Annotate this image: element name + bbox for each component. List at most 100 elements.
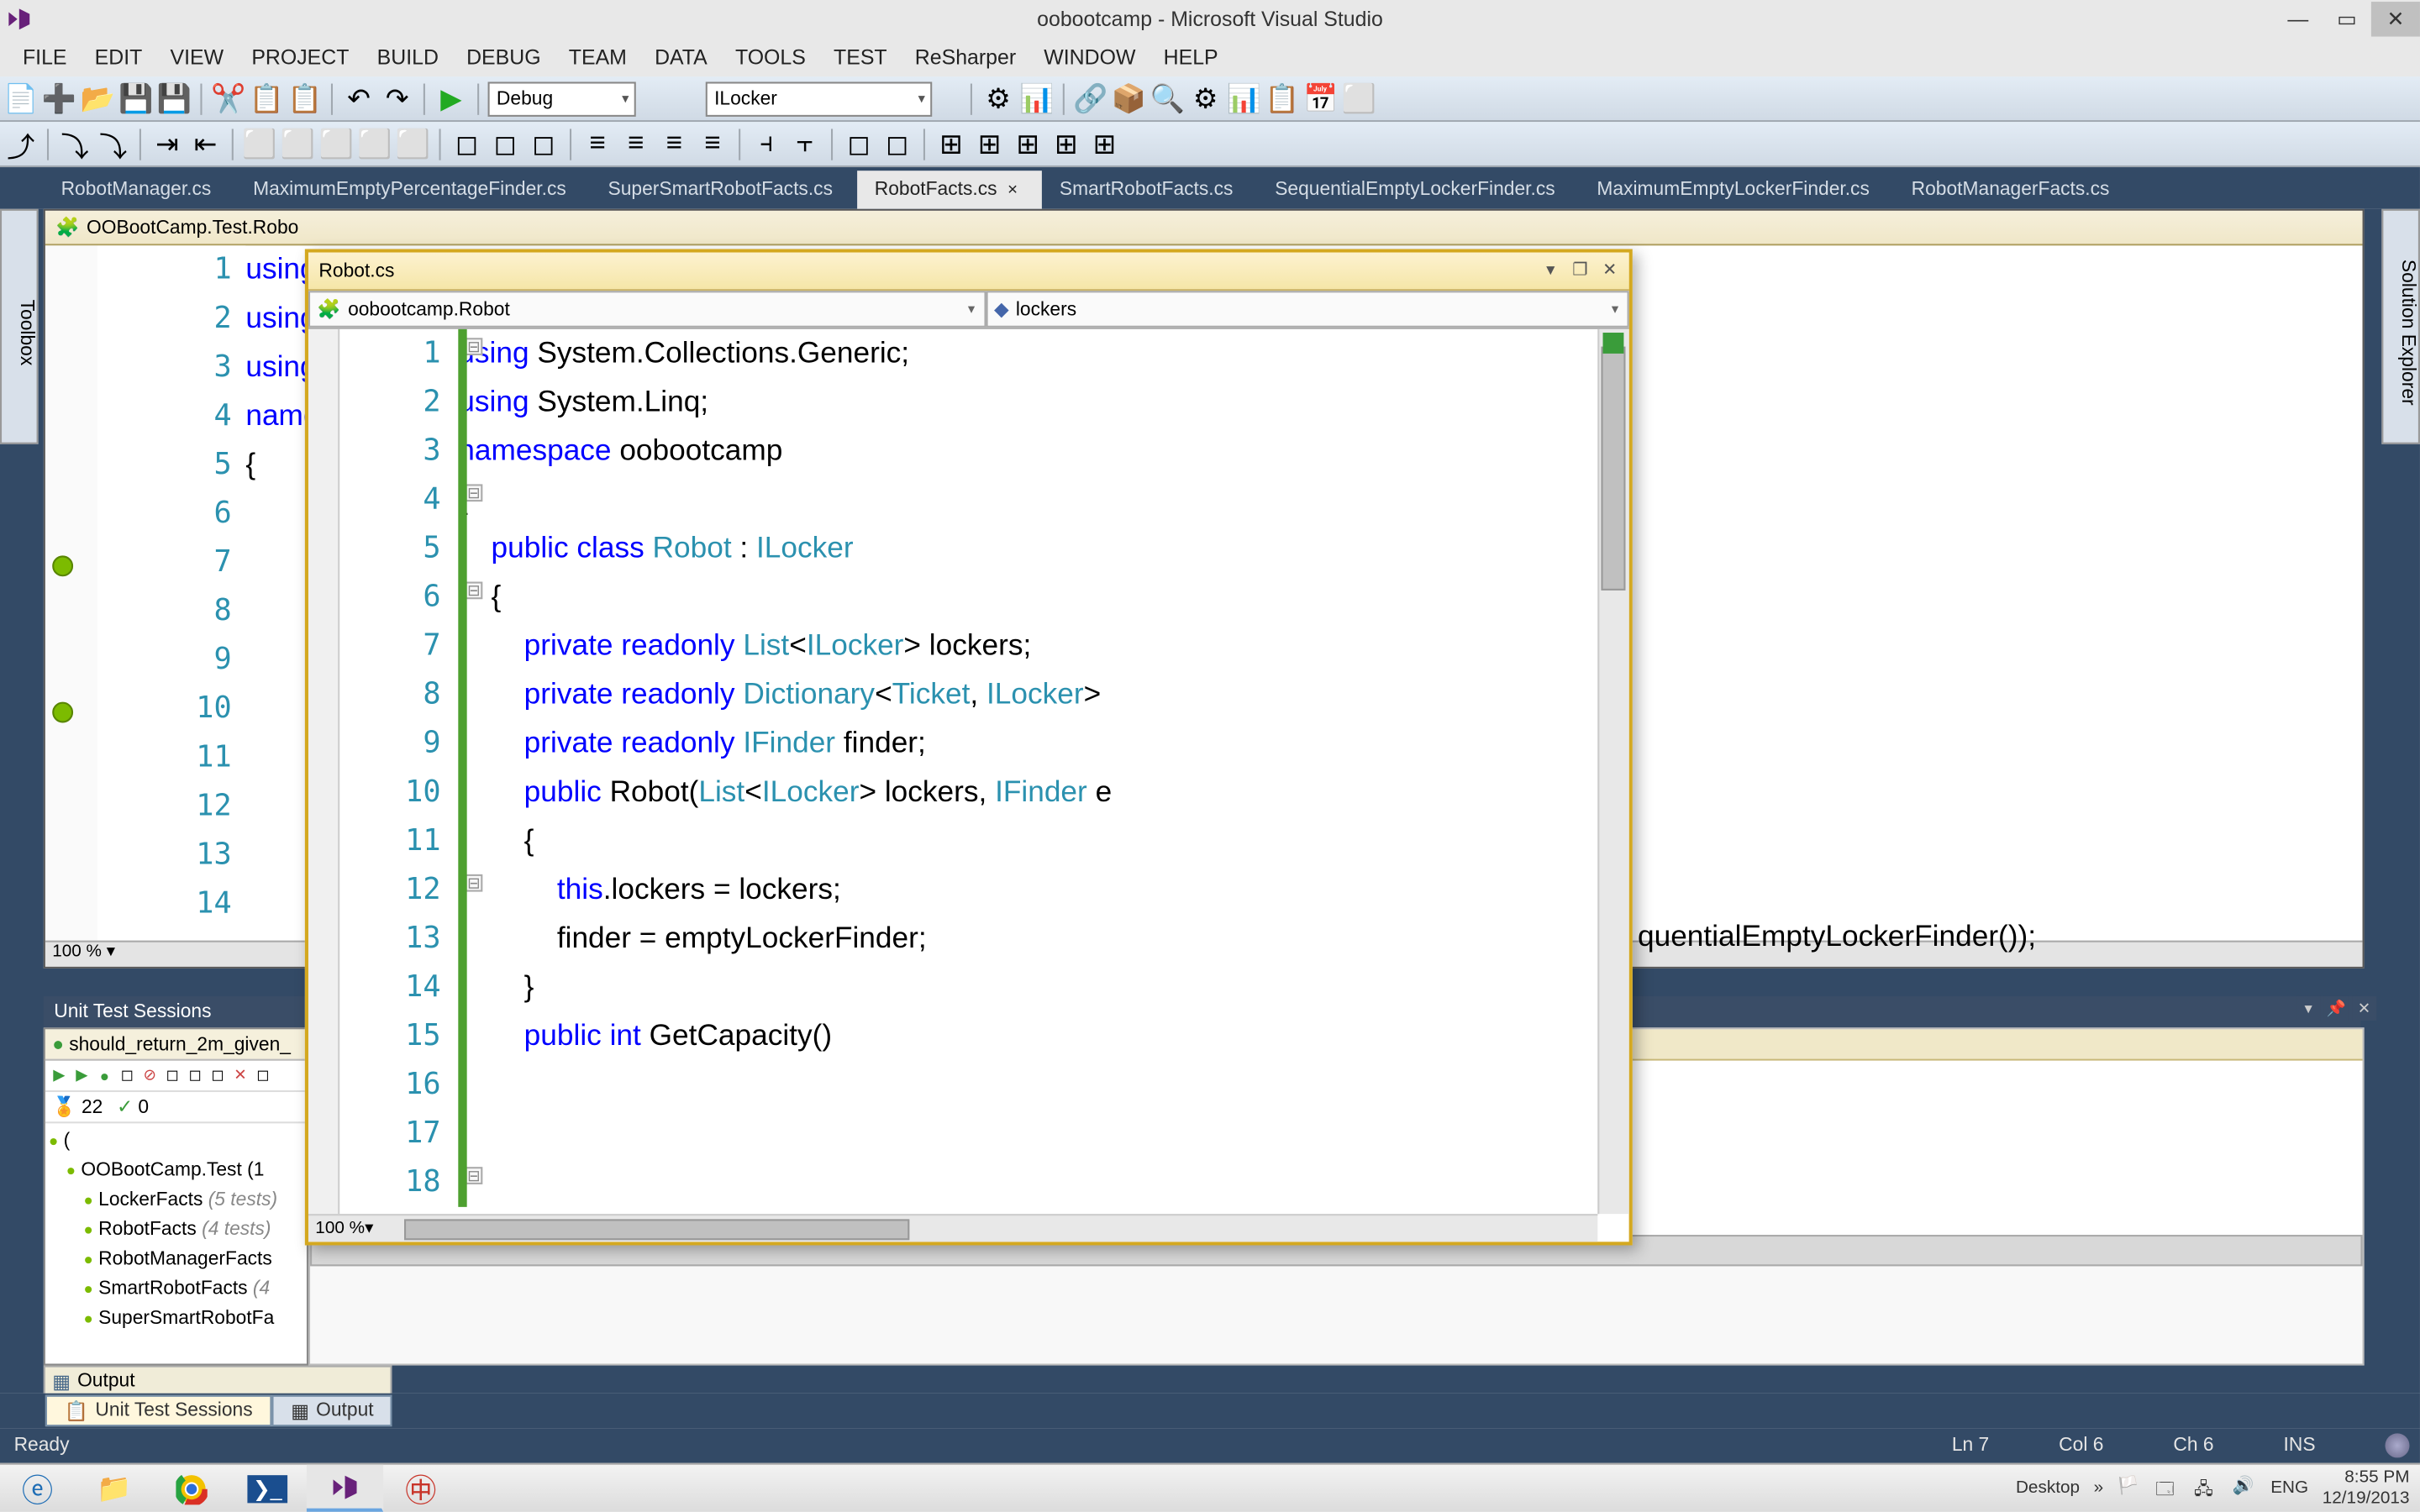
tool-icon[interactable]: 📋 bbox=[1265, 81, 1299, 115]
target-dropdown[interactable]: ILocker bbox=[706, 81, 933, 115]
test-tree-item[interactable]: ● RobotManagerFacts bbox=[49, 1245, 303, 1274]
member-dropdown[interactable]: ◆ lockers bbox=[986, 291, 1629, 328]
float-dropdown-icon[interactable]: ▾ bbox=[1539, 259, 1563, 283]
nav-icon[interactable]: ⊞ bbox=[1011, 126, 1045, 160]
nav-icon[interactable]: ⬜ bbox=[281, 126, 315, 160]
tab-close-icon[interactable]: × bbox=[1007, 181, 1018, 200]
tool-icon[interactable]: 📅 bbox=[1303, 81, 1338, 115]
menu-debug[interactable]: DEBUG bbox=[453, 40, 555, 75]
doc-tab[interactable]: MaximumEmptyLockerFinder.cs bbox=[1580, 171, 1894, 209]
test-tree-item[interactable]: ● SuperSmartRobotFa bbox=[49, 1305, 303, 1334]
float-zoom-level[interactable]: 100 % ▾ bbox=[308, 1214, 404, 1242]
add-icon[interactable]: ➕ bbox=[42, 81, 76, 115]
horizontal-scrollbar[interactable] bbox=[404, 1214, 1597, 1242]
test-tree-item[interactable]: ● RobotFacts (4 tests) bbox=[49, 1215, 303, 1245]
doc-tab[interactable]: RobotFacts.cs× bbox=[857, 171, 1042, 209]
collapse-toggle-icon[interactable]: ⊟ bbox=[466, 582, 483, 600]
paste-icon[interactable]: 📋 bbox=[287, 81, 322, 115]
tool-icon[interactable]: 🔗 bbox=[1073, 81, 1107, 115]
save-icon[interactable]: 💾 bbox=[118, 81, 153, 115]
nav-icon[interactable]: ⬜ bbox=[318, 126, 353, 160]
collapse-toggle-icon[interactable]: ⊟ bbox=[466, 1167, 483, 1184]
scrollbar-thumb[interactable] bbox=[1601, 347, 1625, 591]
tray-volume-icon[interactable]: 🔊 bbox=[2233, 1476, 2257, 1500]
unit-test-session-tab[interactable]: ● should_return_2m_given_ bbox=[45, 1029, 307, 1060]
doc-tab[interactable]: RobotManager.cs bbox=[44, 171, 236, 209]
nav-icon[interactable]: ⤴ bbox=[3, 126, 38, 160]
class-dropdown[interactable]: 🧩 oobootcamp.Robot bbox=[308, 291, 986, 328]
test-marker-icon[interactable] bbox=[52, 555, 73, 576]
doc-tab[interactable]: SequentialEmptyLockerFinder.cs bbox=[1257, 171, 1579, 209]
nav-icon[interactable]: ◻ bbox=[526, 126, 560, 160]
config-dropdown[interactable]: Debug bbox=[488, 81, 636, 115]
floating-editor-window[interactable]: Robot.cs ▾ ❐ ✕ 🧩 oobootcamp.Robot ◆ lock… bbox=[305, 249, 1633, 1245]
vertical-scrollbar[interactable] bbox=[1597, 329, 1628, 1214]
menu-file[interactable]: FILE bbox=[8, 40, 81, 75]
nav-icon[interactable]: ⫞ bbox=[750, 126, 784, 160]
menu-resharper[interactable]: ReSharper bbox=[901, 40, 1029, 75]
window-maximize-button[interactable]: ▭ bbox=[2323, 2, 2371, 36]
nav-icon[interactable]: ◻ bbox=[841, 126, 876, 160]
tool-icon[interactable]: ⚙ bbox=[981, 81, 1015, 115]
window-close-button[interactable]: ✕ bbox=[2371, 2, 2420, 36]
taskbar-ie-icon[interactable]: ⓔ bbox=[0, 1465, 76, 1512]
menu-edit[interactable]: EDIT bbox=[81, 40, 156, 75]
run-icon[interactable]: ▶ bbox=[71, 1065, 92, 1086]
nav-icon[interactable]: ⇤ bbox=[188, 126, 223, 160]
redo-icon[interactable]: ↷ bbox=[380, 81, 414, 115]
toolbox-sidebar-tab[interactable]: Toolbox bbox=[0, 209, 39, 444]
taskbar-visualstudio-icon[interactable] bbox=[307, 1465, 383, 1512]
nav-icon[interactable]: ⫟ bbox=[787, 126, 822, 160]
doc-tab[interactable]: MaximumEmptyPercentageFinder.cs bbox=[235, 171, 590, 209]
nav-icon[interactable]: ⬜ bbox=[396, 126, 430, 160]
tool-icon[interactable]: ⚙ bbox=[1188, 81, 1223, 115]
panel-pin-icon[interactable]: 📌 bbox=[2324, 996, 2349, 1021]
nav-icon[interactable]: ≡ bbox=[695, 126, 729, 160]
copy-icon[interactable]: 📋 bbox=[249, 81, 283, 115]
background-editor-tab[interactable]: 🧩 OOBootCamp.Test.Robo bbox=[45, 211, 2363, 245]
tool-icon[interactable]: ◻ bbox=[185, 1065, 206, 1086]
taskbar-chrome-icon[interactable] bbox=[153, 1465, 229, 1512]
tool-icon[interactable]: ◻ bbox=[162, 1065, 183, 1086]
undo-icon[interactable]: ↶ bbox=[341, 81, 376, 115]
taskbar-app-icon[interactable]: ㊥ bbox=[383, 1465, 460, 1512]
taskbar-language[interactable]: ENG bbox=[2270, 1478, 2308, 1498]
taskbar-chevron-icon[interactable]: » bbox=[2094, 1478, 2104, 1498]
stop-icon[interactable]: ⊘ bbox=[139, 1065, 160, 1086]
taskbar-desktop-label[interactable]: Desktop bbox=[2016, 1478, 2080, 1498]
nav-icon[interactable]: ⬜ bbox=[357, 126, 392, 160]
scrollbar-thumb[interactable] bbox=[404, 1219, 909, 1240]
unit-test-tree[interactable]: ● (● OOBootCamp.Test (1● LockerFacts (5 … bbox=[45, 1123, 307, 1337]
nav-icon[interactable]: ⊞ bbox=[1049, 126, 1083, 160]
tool-icon[interactable]: ⬜ bbox=[1342, 81, 1376, 115]
collapse-toggle-icon[interactable]: ⊟ bbox=[466, 874, 483, 892]
collapse-toggle-icon[interactable]: ⊟ bbox=[466, 338, 483, 355]
taskbar-powershell-icon[interactable]: ❯_ bbox=[230, 1465, 307, 1512]
taskbar-explorer-icon[interactable]: 📁 bbox=[76, 1465, 153, 1512]
menu-test[interactable]: TEST bbox=[819, 40, 901, 75]
panel-dropdown-icon[interactable]: ▾ bbox=[2296, 996, 2321, 1021]
tray-flag-icon[interactable]: 🏳️ bbox=[2118, 1476, 2142, 1500]
nav-icon[interactable]: ≡ bbox=[657, 126, 692, 160]
bottom-tab[interactable]: ▦Output bbox=[271, 1395, 392, 1426]
run-all-icon[interactable]: ▶ bbox=[49, 1065, 70, 1086]
nav-icon[interactable]: ⊞ bbox=[934, 126, 968, 160]
save-all-icon[interactable]: 💾 bbox=[157, 81, 192, 115]
tool-icon[interactable]: 📦 bbox=[1112, 81, 1146, 115]
tool-icon[interactable]: ◻ bbox=[208, 1065, 229, 1086]
tool-icon[interactable]: 🔍 bbox=[1150, 81, 1184, 115]
nav-icon[interactable]: ◻ bbox=[880, 126, 914, 160]
nav-icon[interactable]: ⤵ bbox=[57, 126, 92, 160]
menu-tools[interactable]: TOOLS bbox=[721, 40, 819, 75]
output-sub-tab[interactable]: ▦ Output bbox=[44, 1366, 392, 1397]
debug-icon[interactable]: ● bbox=[94, 1065, 115, 1086]
tool-icon[interactable]: ◻ bbox=[117, 1065, 138, 1086]
collapse-toggle-icon[interactable]: ⊟ bbox=[466, 484, 483, 501]
doc-tab[interactable]: SmartRobotFacts.cs bbox=[1042, 171, 1257, 209]
test-tree-item[interactable]: ● LockerFacts (5 tests) bbox=[49, 1186, 303, 1215]
nav-icon[interactable]: ⇥ bbox=[150, 126, 184, 160]
test-tree-item[interactable]: ● OOBootCamp.Test (1 bbox=[49, 1157, 303, 1186]
open-icon[interactable]: 📂 bbox=[80, 81, 114, 115]
float-maximize-icon[interactable]: ❐ bbox=[1568, 259, 1592, 283]
tool-icon[interactable]: 📊 bbox=[1019, 81, 1054, 115]
